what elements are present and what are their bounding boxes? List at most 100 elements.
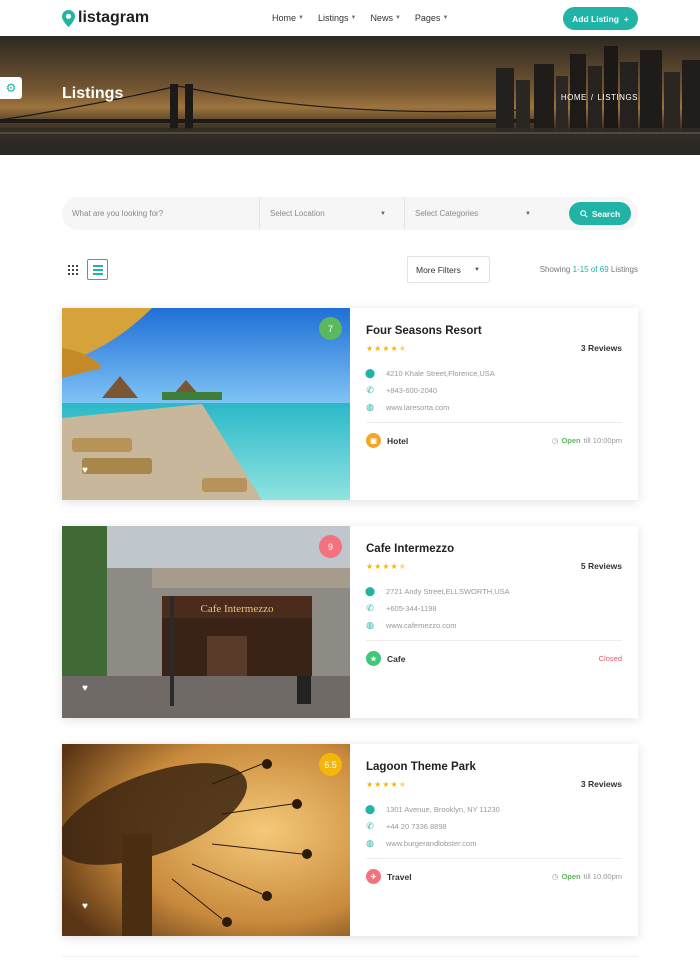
breadcrumb-home[interactable]: HOME — [561, 93, 587, 102]
chevron-down-icon: ▼ — [394, 15, 401, 21]
dropdown-arrow-icon: ▼ — [380, 210, 386, 217]
listing-title[interactable]: Four Seasons Resort — [366, 325, 622, 337]
breadcrumb-current: LISTINGS — [597, 93, 638, 102]
listing-category[interactable]: ▣ Hotel — [366, 433, 408, 448]
grid-icon — [67, 264, 78, 275]
divider — [62, 956, 638, 957]
star-rating: ★★★★★ — [366, 344, 407, 353]
chevron-down-icon: ▼ — [298, 15, 304, 21]
listing-address: ⬤ 1301 Avenue, Brooklyn, NY 11230 — [364, 804, 500, 815]
category-select-placeholder: Select Categories — [415, 209, 479, 218]
phone-text: +843-600-2040 — [386, 386, 438, 395]
list-view-button[interactable] — [87, 259, 108, 280]
reviews-count[interactable]: 5 Reviews — [581, 561, 622, 571]
site-logo[interactable]: listagram — [62, 9, 149, 27]
gear-icon: ⚙ — [5, 81, 17, 95]
listing-phone: ✆ +843-600-2040 — [366, 385, 437, 396]
status-word: Open — [561, 436, 581, 445]
website-text[interactable]: www.cafemezzo.com — [386, 621, 456, 630]
reviews-count[interactable]: 3 Reviews — [581, 343, 622, 353]
grid-view-button[interactable] — [62, 259, 83, 280]
map-marker-icon: ⬤ — [364, 586, 376, 596]
category-label: Cafe — [387, 653, 406, 664]
results-toolbar: More Filters ▼ Showing 1-15 of 69 Listin… — [62, 256, 638, 284]
status-word: Closed — [598, 654, 622, 663]
listing-image[interactable]: Cafe Intermezzo 9 ♥ — [62, 526, 350, 718]
settings-panel-toggle[interactable]: ⚙ — [0, 77, 22, 99]
map-pin-logo-icon — [62, 9, 75, 27]
listing-category[interactable]: ★ Cafe — [366, 651, 405, 666]
heart-icon[interactable]: ♥ — [82, 465, 88, 476]
website-text[interactable]: www.laresorta.com — [386, 403, 449, 412]
map-marker-icon: ⬤ — [364, 804, 376, 814]
more-filters-label: More Filters — [416, 264, 461, 275]
open-status: ◷ Open till 10.00pm — [552, 872, 622, 881]
results-count: Showing 1-15 of 69 Listings — [540, 265, 638, 274]
listing-website: ◍ www.cafemezzo.com — [366, 620, 456, 631]
listing-card[interactable]: 7 ♥ Four Seasons Resort ★★★★★ 3 Reviews … — [62, 308, 638, 500]
phone-icon: ✆ — [366, 821, 374, 831]
listing-card[interactable]: Cafe Intermezzo 9 ♥ Cafe Intermezzo ★★★★… — [62, 526, 638, 718]
address-text: 4210 Khale Street,Florence,USA — [386, 369, 495, 378]
rating-badge: 9 — [319, 535, 342, 558]
nav-pages-label: Pages — [414, 13, 441, 23]
listing-image[interactable]: 7 ♥ — [62, 308, 350, 500]
nav-item-listings[interactable]: Listings ▼ — [318, 13, 356, 23]
search-keyword-input[interactable]: What are you looking for? — [62, 197, 259, 230]
listing-title[interactable]: Lagoon Theme Park — [366, 761, 622, 773]
divider — [366, 640, 622, 641]
heart-icon[interactable]: ♥ — [82, 683, 88, 694]
resort-beach-image — [62, 308, 350, 500]
status-hours: till 10:00pm — [583, 436, 622, 445]
cafe-icon: ★ — [366, 651, 381, 666]
globe-icon: ◍ — [366, 402, 374, 412]
listing-details: Lagoon Theme Park ★★★★★ 3 Reviews ⬤ 1301 … — [350, 744, 638, 936]
hotel-icon: ▣ — [366, 433, 381, 448]
dropdown-arrow-icon: ▼ — [525, 210, 531, 217]
add-listing-button[interactable]: Add Listing + — [563, 7, 638, 30]
clock-icon: ◷ — [551, 872, 559, 881]
listing-category[interactable]: ✈ Travel — [366, 869, 412, 884]
hero-banner: ⚙ Listings HOME / LISTINGS — [0, 36, 700, 155]
page-title: Listings — [62, 85, 124, 102]
globe-icon: ◍ — [366, 838, 374, 848]
heart-icon[interactable]: ♥ — [82, 901, 88, 912]
nav-item-news[interactable]: News ▼ — [370, 13, 400, 23]
status-hours: till 10.00pm — [583, 872, 622, 881]
divider — [366, 422, 622, 423]
main-nav: Home ▼ Listings ▼ News ▼ Pages ▼ — [272, 0, 448, 36]
chevron-down-icon: ▼ — [442, 15, 449, 21]
nav-listings-label: Listings — [317, 13, 349, 23]
listing-card[interactable]: 6.5 ♥ Lagoon Theme Park ★★★★★ 3 Reviews … — [62, 744, 638, 936]
rating-badge: 6.5 — [319, 753, 342, 776]
nav-news-label: News — [370, 13, 393, 23]
nav-item-pages[interactable]: Pages ▼ — [415, 13, 448, 23]
listing-address: ⬤ 2721 Andy Street,ELLSWORTH,USA — [364, 586, 510, 597]
listing-details: Four Seasons Resort ★★★★★ 3 Reviews ⬤ 421… — [350, 308, 638, 500]
listing-title[interactable]: Cafe Intermezzo — [366, 543, 622, 555]
nav-item-home[interactable]: Home ▼ — [272, 13, 304, 23]
more-filters-dropdown[interactable]: More Filters ▼ — [407, 256, 490, 283]
location-select[interactable]: Select Location ▼ — [259, 197, 404, 230]
breadcrumb: HOME / LISTINGS — [561, 93, 638, 102]
star-rating: ★★★★★ — [366, 562, 407, 571]
list-icon — [92, 264, 103, 275]
listing-phone: ✆ +605-344-1198 — [366, 603, 436, 614]
swing-ride-image — [62, 744, 350, 936]
listing-image[interactable]: 6.5 ♥ — [62, 744, 350, 936]
search-icon — [580, 209, 588, 218]
reviews-count[interactable]: 3 Reviews — [581, 779, 622, 789]
star-rating: ★★★★★ — [366, 780, 407, 789]
category-select[interactable]: Select Categories ▼ — [404, 197, 549, 230]
phone-icon: ✆ — [366, 385, 374, 395]
divider — [366, 858, 622, 859]
globe-icon: ◍ — [366, 620, 374, 630]
cafe-storefront-image: Cafe Intermezzo — [62, 526, 350, 718]
showing-prefix: Showing — [539, 265, 571, 274]
address-text: 2721 Andy Street,ELLSWORTH,USA — [386, 587, 510, 596]
website-text[interactable]: www.burgerandlobster.com — [386, 839, 476, 848]
plus-icon: + — [623, 13, 629, 24]
search-button[interactable]: Search — [569, 202, 631, 225]
cafe-sign-text: Cafe Intermezzo — [201, 603, 274, 615]
dropdown-arrow-icon: ▼ — [474, 266, 480, 273]
